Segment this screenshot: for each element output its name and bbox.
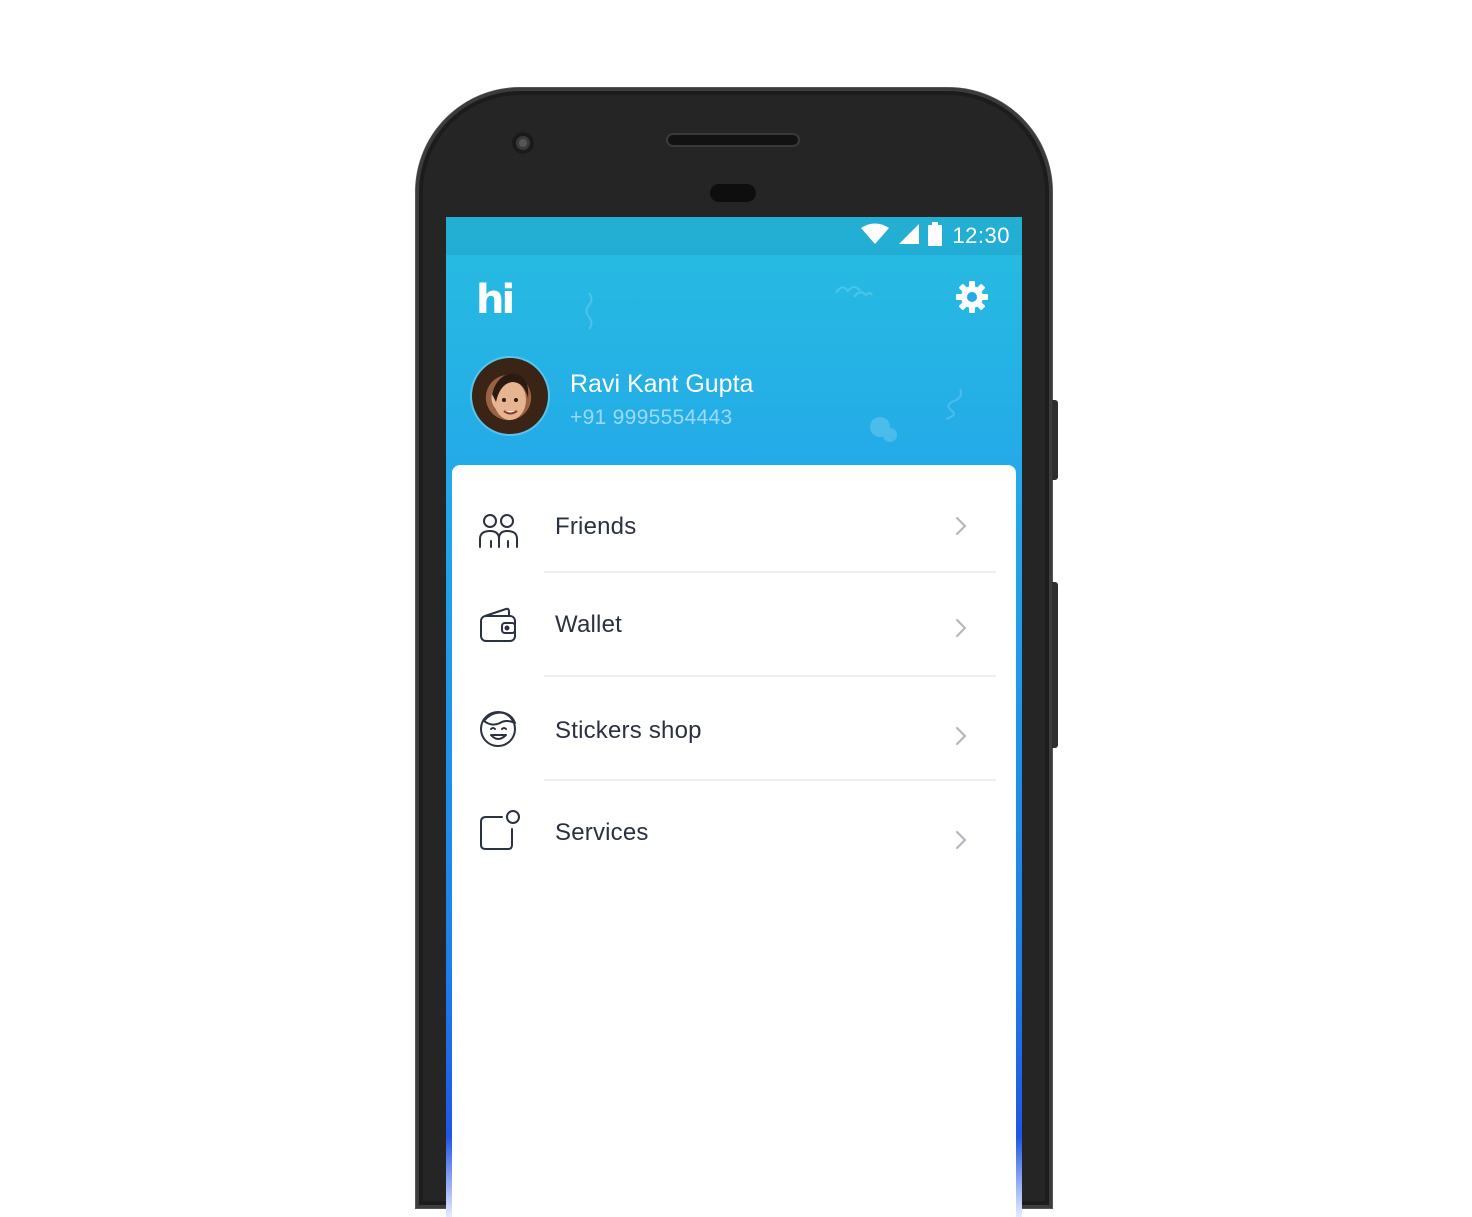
- doodle-birds-icon: [835, 286, 873, 298]
- app-screen: 12:30 hi Ravi Kant Gupta +91 9995554443 …: [446, 217, 1022, 1217]
- menu-item-stickers-shop[interactable]: Stickers shop: [452, 677, 1016, 779]
- menu-item-label: Wallet: [555, 611, 622, 638]
- gear-icon: [956, 281, 988, 313]
- sticker-icon: [478, 707, 518, 754]
- wallet-icon: [478, 607, 518, 648]
- chevron-right-icon: [954, 725, 968, 752]
- profile-name: Ravi Kant Gupta: [570, 370, 754, 398]
- status-time: 12:30: [952, 223, 1010, 248]
- doodle-squiggle-icon: [585, 292, 593, 330]
- menu-item-label: Services: [555, 819, 649, 846]
- avatar-face: [492, 373, 529, 420]
- menu-item-services[interactable]: Services: [452, 781, 1016, 883]
- menu-card: Friends Wallet Stickers shop Services: [452, 465, 1016, 1217]
- menu-item-friends[interactable]: Friends: [452, 487, 1016, 571]
- app-logo: hi: [476, 277, 515, 323]
- menu-item-label: Friends: [555, 513, 637, 540]
- status-bar: 12:30: [446, 217, 1022, 255]
- doodle-squiggle-2-icon: [945, 388, 963, 420]
- services-icon: [478, 809, 522, 856]
- chevron-right-icon: [954, 829, 968, 856]
- battery-icon: [928, 221, 943, 251]
- proximity-sensor: [710, 184, 756, 202]
- profile-phone: +91 9995554443: [570, 406, 733, 429]
- signal-icon: [898, 223, 920, 250]
- menu-item-wallet[interactable]: Wallet: [452, 573, 1016, 675]
- power-button: [1052, 400, 1058, 480]
- volume-button: [1052, 582, 1058, 748]
- phone-frame: 12:30 hi Ravi Kant Gupta +91 9995554443 …: [416, 88, 1058, 1217]
- menu-item-label: Stickers shop: [555, 717, 702, 744]
- front-camera: [512, 132, 534, 154]
- wifi-icon: [860, 223, 890, 250]
- avatar[interactable]: [472, 358, 548, 434]
- chevron-right-icon: [954, 515, 968, 542]
- chevron-right-icon: [954, 617, 968, 644]
- friends-icon: [478, 513, 520, 554]
- settings-button[interactable]: [954, 279, 990, 315]
- doodle-blob-icon: [870, 417, 897, 442]
- earpiece-speaker: [668, 135, 798, 145]
